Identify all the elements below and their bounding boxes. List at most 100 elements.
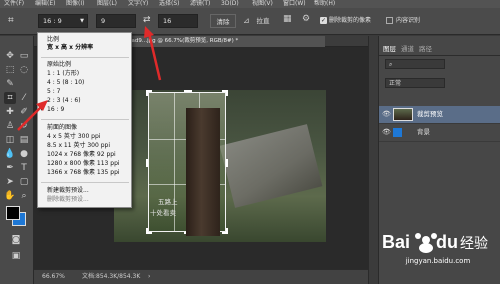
crop-handle-top-left[interactable] (146, 90, 152, 96)
width-field[interactable]: 9 (96, 14, 136, 28)
straighten-icon[interactable]: ⊿ (243, 16, 250, 25)
status-bar: 66.67% 文档:854.3K/854.3K › (34, 269, 368, 284)
brush-tool-icon[interactable]: ✐ (18, 106, 30, 118)
crop-handle-bottom-left[interactable] (146, 228, 152, 234)
overlay-grid-icon[interactable]: ▦ (283, 14, 292, 24)
artboard-tool-icon[interactable]: ▭ (18, 50, 30, 62)
dd-item-1024x768[interactable]: 1024 x 768 像素 92 ppi (47, 151, 116, 159)
delete-pixels-checkbox[interactable]: ✓ (320, 17, 327, 24)
menu-edit[interactable]: 编辑(E) (35, 0, 55, 8)
dd-item-5-7[interactable]: 5 : 7 (47, 88, 60, 96)
menu-view[interactable]: 视图(V) (252, 0, 273, 8)
dd-item-width-height-res[interactable]: 宽 x 高 x 分辨率 (47, 44, 93, 52)
dd-item-1-1[interactable]: 1 : 1 (方形) (47, 70, 79, 78)
menu-filter[interactable]: 滤镜(T) (190, 0, 210, 8)
lasso-tool-icon[interactable]: ◌ (18, 64, 30, 76)
zoom-level[interactable]: 66.67% (42, 270, 65, 284)
pen-tool-icon[interactable]: ✒ (4, 162, 16, 174)
tab-channels[interactable]: 通道 (401, 43, 414, 55)
foreground-color-swatch[interactable] (6, 206, 20, 220)
quick-mask-icon[interactable]: ◙ (10, 234, 22, 246)
tab-layers[interactable]: 图层 (383, 43, 396, 55)
screen-mode-icon[interactable]: ▣ (10, 250, 22, 262)
panel-divider (379, 55, 500, 56)
marquee-tool-icon[interactable]: ⬚ (4, 64, 16, 76)
dd-item-4-5[interactable]: 4 : 5 (8 : 10) (47, 79, 84, 87)
menu-file[interactable]: 文件(F) (4, 0, 24, 8)
crop-handle-left[interactable] (146, 159, 152, 167)
straighten-button[interactable]: 拉直 (253, 14, 273, 28)
collapsed-panel-strip (368, 36, 378, 284)
dd-item-delete-preset[interactable]: 删除裁剪预设... (47, 196, 89, 204)
eye-icon[interactable]: 👁 (382, 128, 391, 136)
delete-pixels-label: 删除裁剪的像素 (329, 17, 372, 24)
height-field[interactable]: 16 (158, 14, 198, 28)
layer-thumbnail (393, 108, 413, 121)
dd-item-new-preset[interactable]: 新建裁剪预设... (47, 187, 89, 195)
crop-tool-selected-icon[interactable]: ⌗ (4, 92, 16, 104)
swap-icon[interactable]: ⇄ (143, 15, 151, 25)
dd-separator (41, 119, 129, 120)
content-aware-label: 内容识别 (396, 17, 421, 24)
checkmark-icon: ✓ (40, 106, 46, 113)
zoom-tool-icon[interactable]: ⌕ (18, 190, 30, 202)
layer-row[interactable]: 👁 背景 (379, 124, 500, 142)
layer-kind-filter[interactable]: ⌕ (385, 59, 445, 69)
type-tool-icon[interactable]: T (18, 162, 30, 174)
shape-tool-icon[interactable]: ▢ (18, 176, 30, 188)
gear-icon[interactable]: ⚙ (302, 14, 310, 24)
history-brush-icon[interactable]: ↺ (18, 120, 30, 132)
blend-mode-select[interactable]: 正常 (385, 78, 445, 88)
dd-item-16-9[interactable]: 16 : 9 (47, 106, 64, 114)
hand-tool-icon[interactable]: ✋ (4, 190, 16, 202)
ratio-dropdown-menu: 比例 宽 x 高 x 分辨率 原始比例 1 : 1 (方形) 4 : 5 (8 … (37, 32, 132, 208)
dd-item-4x5-inch[interactable]: 4 x 5 英寸 300 ppi (47, 133, 100, 141)
crop-handle-bottom-right[interactable] (222, 228, 228, 234)
menu-3d[interactable]: 3D(D) (221, 0, 239, 8)
crop-handle-right[interactable] (222, 159, 228, 167)
dd-item-front-image[interactable]: 前面的图像 (47, 124, 77, 132)
content-aware-checkbox[interactable] (386, 17, 393, 24)
svg-text:du: du (436, 232, 458, 252)
dodge-tool-icon[interactable]: ● (18, 148, 30, 160)
healing-tool-icon[interactable]: ✚ (4, 106, 16, 118)
tools-panel: ✥ ▭ ⬚ ◌ ✎ ⌗ ⁄ ✚ ✐ ♙ ↺ ◫ ▤ 💧 ● ✒ T ➤ ▢ ✋ … (0, 36, 34, 284)
path-select-tool-icon[interactable]: ➤ (4, 176, 16, 188)
blend-mode-value: 正常 (389, 80, 402, 87)
crop-handle-top[interactable] (184, 90, 192, 96)
dd-item-1366x768[interactable]: 1366 x 768 像素 135 ppi (47, 169, 120, 177)
dd-item-2-3[interactable]: 2 : 3 (4 : 6) (47, 97, 81, 105)
menu-window[interactable]: 窗口(W) (283, 0, 306, 8)
move-tool-icon[interactable]: ✥ (4, 50, 16, 62)
stamp-tool-icon[interactable]: ♙ (4, 120, 16, 132)
menu-layer[interactable]: 图层(L) (97, 0, 117, 8)
dd-item-original[interactable]: 原始比例 (47, 61, 71, 69)
watermark-url: jingyan.baidu.com (405, 257, 471, 265)
dd-separator (41, 57, 129, 58)
crop-tool-icon[interactable]: ⌗ (8, 15, 14, 26)
options-bar: ⌗ 16 : 9 ▼ 9 ⇄ 16 清除 ⊿ 拉直 ▦ ⚙ ✓ 删除裁剪的像素 … (0, 8, 500, 35)
layer-row[interactable]: 👁 裁剪预览 (379, 106, 500, 124)
clear-button[interactable]: 清除 (210, 14, 236, 28)
dd-separator (41, 182, 129, 183)
baidu-jingyan-logo: Bai du 经验 (382, 232, 488, 253)
dd-item-1280x800[interactable]: 1280 x 800 像素 113 ppi (47, 160, 120, 168)
menu-help[interactable]: 帮助(H) (314, 0, 335, 8)
eye-icon[interactable]: 👁 (382, 110, 391, 118)
eyedropper-tool-icon[interactable]: ⁄ (18, 92, 30, 104)
layer-name: 裁剪预览 (417, 110, 443, 118)
ratio-select[interactable]: 16 : 9 ▼ (38, 14, 88, 28)
menu-type[interactable]: 文字(Y) (128, 0, 148, 8)
crop-handle-top-right[interactable] (222, 90, 228, 96)
tab-paths[interactable]: 路径 (419, 43, 432, 55)
menu-image[interactable]: 图像(I) (66, 0, 84, 8)
quick-select-tool-icon[interactable]: ✎ (4, 78, 16, 90)
gradient-tool-icon[interactable]: ▤ (18, 134, 30, 146)
dd-item-8-5x11-inch[interactable]: 8.5 x 11 英寸 300 ppi (47, 142, 110, 150)
menu-select[interactable]: 选择(S) (159, 0, 180, 8)
blur-tool-icon[interactable]: 💧 (4, 148, 16, 160)
chevron-right-icon[interactable]: › (148, 270, 150, 284)
document-tab[interactable]: c1ad9...jpg @ 66.7%(裁剪预览, RGB/8#) * (122, 36, 325, 47)
eraser-tool-icon[interactable]: ◫ (4, 134, 16, 146)
dd-item-ratio[interactable]: 比例 (47, 36, 59, 44)
